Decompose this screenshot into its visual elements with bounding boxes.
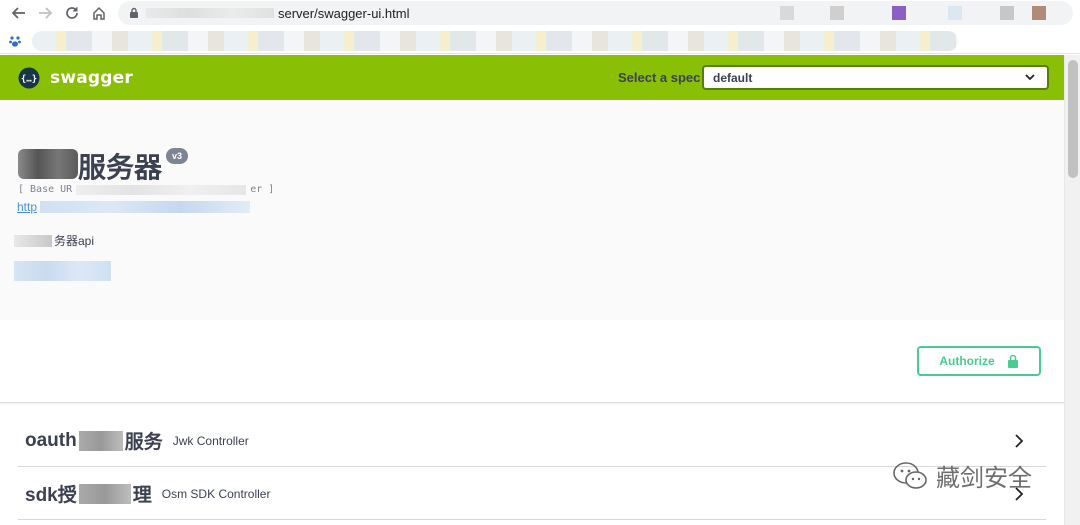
tag-name: sdk授 理 (18, 480, 152, 507)
home-icon[interactable] (90, 4, 108, 22)
chevron-down-icon (1025, 74, 1035, 81)
bookmarks-bar (8, 30, 1078, 52)
unlock-icon (1007, 354, 1018, 368)
spec-link-prefix: http (17, 200, 38, 214)
tag-description: Jwk Controller (172, 433, 249, 448)
scheme-container: Authorize (0, 320, 1064, 403)
scrollbar[interactable] (1064, 55, 1080, 525)
address-text: server/swagger-ui.html (278, 5, 410, 21)
extension-icon[interactable] (892, 6, 906, 20)
lock-icon (130, 7, 138, 18)
description-text: 务器api (54, 234, 95, 248)
watermark-text: 藏剑安全 (936, 464, 1032, 492)
spec-select[interactable]: default (702, 65, 1049, 90)
extension-icon[interactable] (948, 6, 962, 20)
watermark: 藏剑安全 (892, 458, 1032, 493)
chevron-right-icon[interactable] (1014, 433, 1024, 449)
tag-name: oauth 服务 (18, 427, 163, 454)
select-spec-label: Select a spec (618, 70, 701, 85)
page-title: 服务器 v3 (18, 146, 189, 186)
redacted-base-url (76, 184, 247, 195)
authorize-button[interactable]: Authorize (917, 346, 1041, 376)
extension-icon[interactable] (1000, 6, 1014, 20)
swagger-topbar: {…} swagger Select a spec default (0, 55, 1064, 100)
redacted-title (18, 149, 78, 179)
address-bar[interactable]: server/swagger-ui.html (118, 1, 1073, 25)
title-text: 服务器 (78, 151, 163, 184)
extension-icon[interactable] (830, 6, 844, 20)
tag-name-prefix: oauth (25, 429, 77, 451)
baidu-paw-icon[interactable] (8, 34, 22, 48)
redacted-tag-name (78, 483, 131, 504)
spec-select-value: default (713, 70, 753, 85)
tag-description: Osm SDK Controller (161, 486, 271, 501)
reload-icon[interactable] (63, 4, 81, 22)
wechat-icon (893, 461, 927, 489)
base-url: [ Base UR er ] (18, 184, 274, 195)
api-description: 务器api (14, 232, 94, 249)
authorize-label: Authorize (939, 354, 995, 368)
profile-avatar[interactable] (1032, 6, 1046, 20)
redacted-description (14, 234, 52, 247)
redacted-tag-name (78, 430, 123, 451)
tag-name-suffix: 服务 (124, 432, 163, 453)
redacted-host (146, 8, 274, 18)
svg-text:{…}: {…} (21, 74, 37, 84)
base-url-prefix: [ Base UR (18, 184, 73, 195)
redacted-contact-link[interactable] (14, 261, 111, 281)
swagger-logo-text[interactable]: swagger (50, 68, 133, 88)
forward-icon[interactable] (36, 4, 54, 22)
swagger-logo-icon[interactable]: {…} (18, 67, 40, 89)
tag-name-prefix: sdk授 (25, 485, 77, 506)
redacted-spec-link (40, 201, 251, 213)
extension-icon[interactable] (780, 6, 794, 20)
tag-name-suffix: 理 (132, 485, 152, 506)
scrollbar-thumb[interactable] (1068, 60, 1078, 178)
base-url-suffix: er ] (250, 184, 275, 195)
api-info: 服务器 v3 [ Base UR er ] http 务器api (0, 100, 1064, 320)
version-badge: v3 (166, 148, 189, 164)
redacted-bookmarks (32, 31, 958, 51)
browser-chrome: server/swagger-ui.html (0, 0, 1080, 54)
back-icon[interactable] (10, 4, 28, 22)
spec-url-link[interactable]: http (17, 200, 251, 214)
